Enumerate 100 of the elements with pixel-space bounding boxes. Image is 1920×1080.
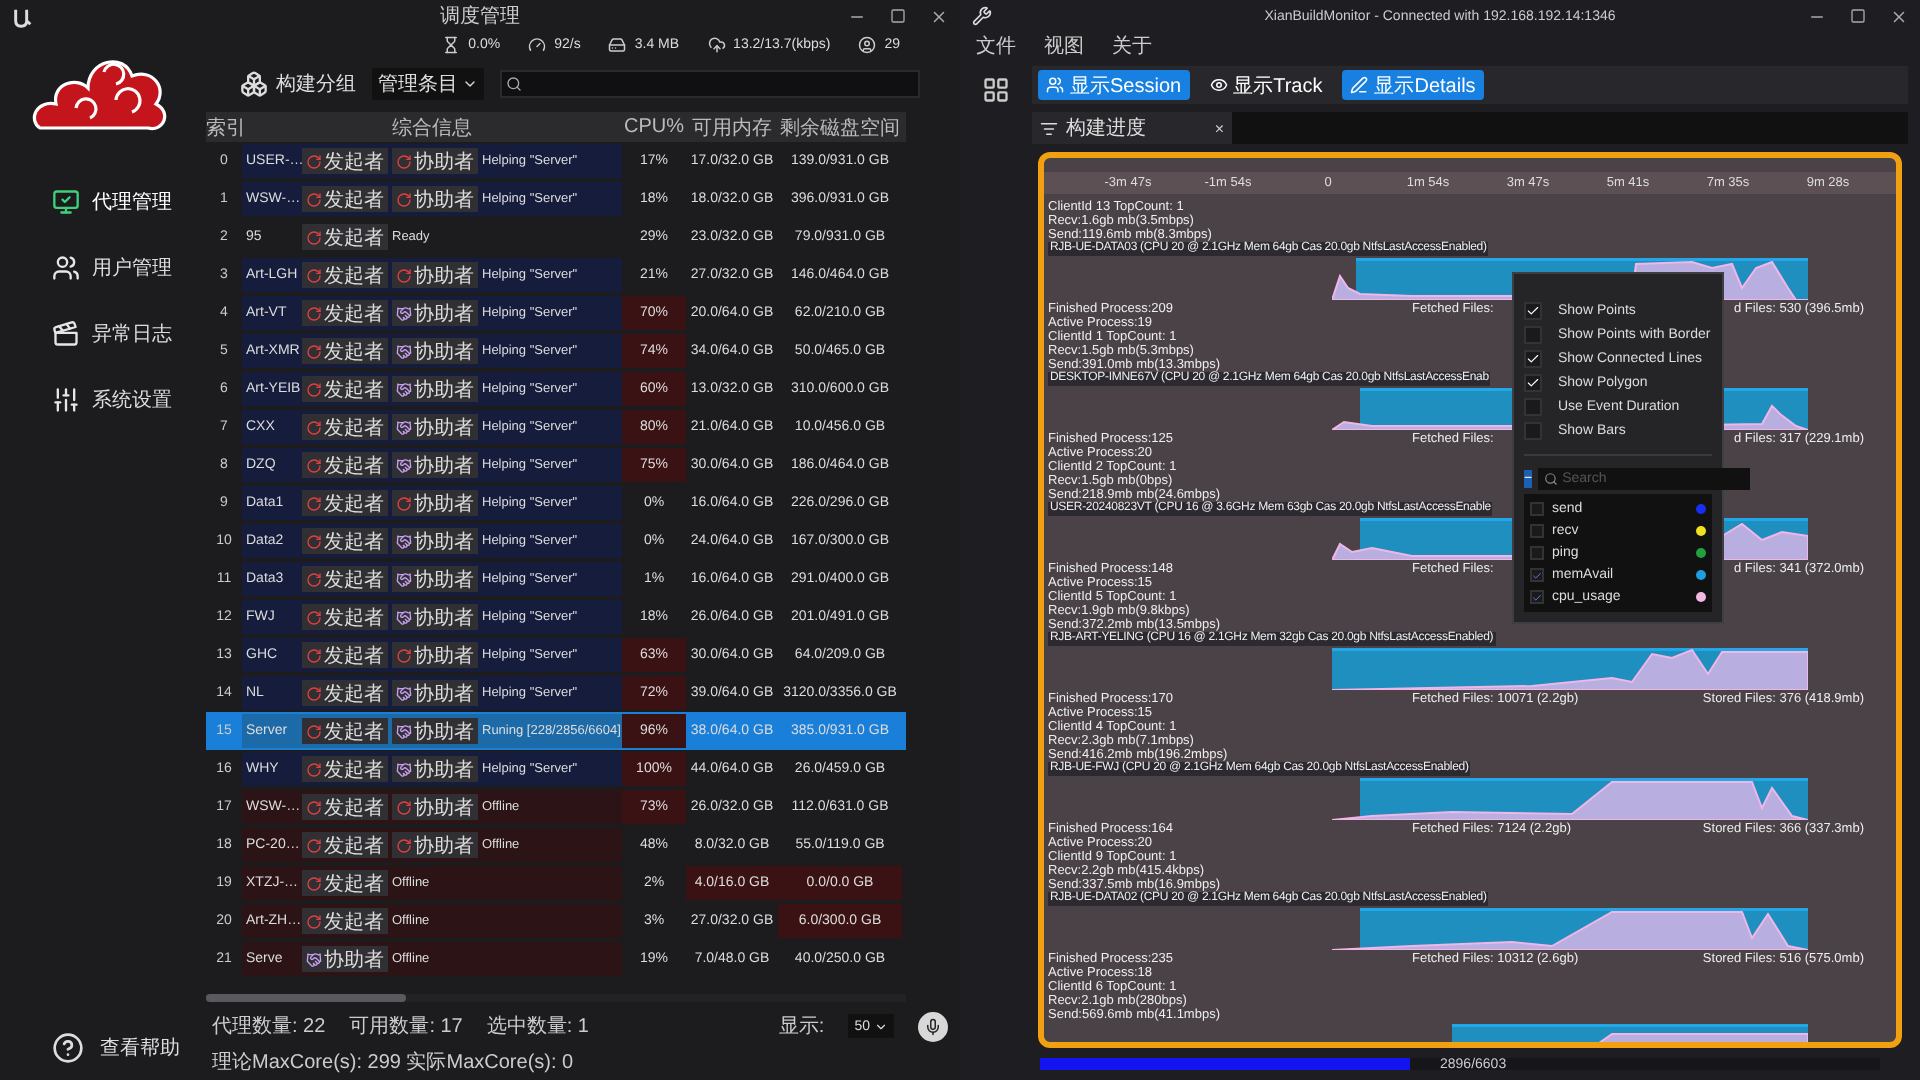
- cloud-upload-icon: [707, 35, 726, 53]
- role-label: 协助者: [414, 567, 474, 593]
- tab-label: 构建进度: [1066, 115, 1148, 142]
- menu-item[interactable]: 关于: [1112, 32, 1152, 60]
- role-label: 协助者: [414, 301, 474, 327]
- nav-item[interactable]: 异常日志: [0, 312, 200, 356]
- menu-item[interactable]: 文件: [976, 32, 1016, 60]
- toggle-button[interactable]: 显示Session: [1038, 70, 1190, 100]
- ring-icon: [396, 837, 412, 853]
- role-label: 协助者: [414, 719, 474, 745]
- handshake-icon: [396, 685, 412, 701]
- role-label: 协助者: [414, 377, 474, 403]
- checkbox[interactable]: [1524, 325, 1542, 343]
- search-icon: [1544, 472, 1559, 486]
- ring-icon: [396, 267, 412, 283]
- ring-icon: [306, 875, 322, 891]
- handshake-icon: [396, 381, 412, 397]
- nav-item[interactable]: 代理管理: [0, 180, 200, 224]
- ring-icon: [396, 153, 412, 169]
- toggle-button[interactable]: 显示Details: [1342, 70, 1484, 100]
- close-icon[interactable]: [930, 7, 948, 25]
- role-label: 协助者: [414, 453, 474, 479]
- role-label: 协助者: [324, 947, 384, 973]
- clapperboard-icon: [52, 320, 80, 348]
- role-label: 协助者: [414, 263, 474, 289]
- role-label: 协助者: [414, 491, 474, 517]
- pen-icon: [1350, 76, 1369, 94]
- column-header[interactable]: 剩余磁盘空间: [778, 113, 902, 141]
- maximize-icon[interactable]: [890, 7, 906, 23]
- help-icon: [52, 1032, 84, 1064]
- ring-icon: [396, 191, 412, 207]
- ring-icon: [396, 799, 412, 815]
- ring-icon: [306, 761, 322, 777]
- role-label: 发起者: [324, 605, 384, 631]
- list-icon: [1040, 119, 1058, 137]
- handshake-icon: [396, 609, 412, 625]
- handshake-icon: [396, 533, 412, 549]
- column-header[interactable]: 可用内存: [686, 113, 778, 141]
- checkbox[interactable]: [1524, 349, 1542, 367]
- scrollbar-thumb[interactable]: [206, 994, 406, 1002]
- checkbox[interactable]: [1524, 373, 1542, 391]
- eye-icon: [1209, 76, 1228, 94]
- count-text: 可用数量: 17: [349, 1014, 463, 1040]
- checkbox[interactable]: [1530, 568, 1544, 582]
- search-field[interactable]: [500, 70, 920, 98]
- nav-item[interactable]: 用户管理: [0, 246, 200, 290]
- maxcore-text: 理论MaxCore(s): 299 实际MaxCore(s): 0: [212, 1049, 574, 1076]
- column-header[interactable]: CPU%: [622, 116, 686, 138]
- ring-icon: [306, 723, 322, 739]
- checkbox[interactable]: [1524, 421, 1542, 439]
- logo-icon: [12, 5, 34, 27]
- role-label: 发起者: [324, 377, 384, 403]
- column-header[interactable]: 综合信息: [242, 113, 622, 141]
- toggle-button[interactable]: 显示Track: [1201, 70, 1331, 100]
- monitor-icon: [52, 188, 80, 216]
- wrench-icon: [972, 6, 992, 26]
- checkbox[interactable]: [1530, 524, 1544, 538]
- role-label: 协助者: [414, 605, 474, 631]
- role-label: 协助者: [414, 795, 474, 821]
- ring-icon: [306, 343, 322, 359]
- role-label: 协助者: [414, 833, 474, 859]
- role-label: 发起者: [324, 795, 384, 821]
- ring-icon: [306, 457, 322, 473]
- role-label: 发起者: [324, 909, 384, 935]
- ring-icon: [306, 495, 322, 511]
- mic-button[interactable]: [918, 1011, 948, 1041]
- nav-item[interactable]: 系统设置: [0, 378, 200, 422]
- ring-icon: [306, 229, 322, 245]
- checkbox[interactable]: [1524, 301, 1542, 319]
- hourglass-icon: [442, 35, 461, 53]
- column-header[interactable]: 索引: [206, 113, 242, 141]
- window-title: 调度管理: [440, 3, 520, 30]
- role-label: 发起者: [324, 149, 384, 175]
- role-label: 发起者: [324, 187, 384, 213]
- filter-dropdown[interactable]: 管理条目: [372, 68, 484, 100]
- maximize-icon[interactable]: [1850, 7, 1866, 23]
- close-icon[interactable]: [1890, 7, 1908, 25]
- checkbox[interactable]: [1530, 502, 1544, 516]
- help-link[interactable]: 查看帮助: [0, 1032, 200, 1064]
- grid-icon[interactable]: [982, 76, 1010, 104]
- tab-close-button[interactable]: ×: [1214, 119, 1224, 137]
- sliders-icon: [52, 386, 80, 414]
- role-label: 协助者: [414, 681, 474, 707]
- group-button[interactable]: 构建分组: [240, 70, 356, 98]
- role-label: 发起者: [324, 833, 384, 859]
- role-label: 发起者: [324, 263, 384, 289]
- checkbox[interactable]: [1530, 590, 1544, 604]
- tab[interactable]: 构建进度 ×: [1032, 112, 1232, 144]
- search-icon: [506, 76, 522, 92]
- chevron-icon: [462, 76, 478, 92]
- role-label: 发起者: [324, 871, 384, 897]
- role-label: 协助者: [414, 187, 474, 213]
- ring-icon: [306, 267, 322, 283]
- checkbox[interactable]: [1530, 546, 1544, 560]
- ring-icon: [306, 647, 322, 663]
- checkbox[interactable]: [1524, 397, 1542, 415]
- role-label: 发起者: [324, 719, 384, 745]
- role-label: 发起者: [324, 491, 384, 517]
- menu-item[interactable]: 视图: [1044, 32, 1084, 60]
- role-label: 协助者: [414, 339, 474, 365]
